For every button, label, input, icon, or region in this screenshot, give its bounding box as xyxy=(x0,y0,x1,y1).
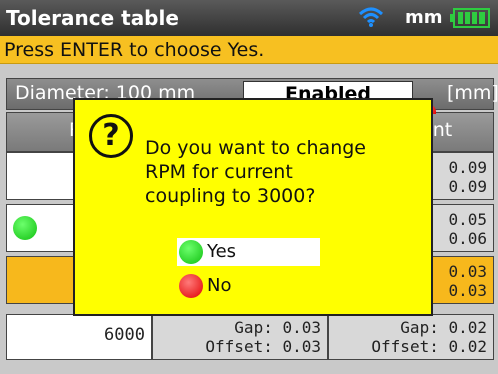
row-3-value-2: 0.03 xyxy=(448,281,487,300)
row-2-value-1: 0.05 xyxy=(448,210,487,229)
dialog-message-line-1: Do you want to change xyxy=(145,137,366,159)
unit-indicator: mm xyxy=(405,7,443,28)
hint-bar: Press ENTER to choose Yes. xyxy=(0,36,498,64)
no-label: No xyxy=(207,275,232,296)
row-4-gap: Gap: 0.03 xyxy=(234,318,321,337)
row-4-gap-2: Gap: 0.02 xyxy=(400,318,487,337)
confirm-dialog: ? Do you want to change RPM for current … xyxy=(73,98,433,316)
no-indicator-icon xyxy=(179,274,203,298)
table-row-4-rpm[interactable]: 6000 xyxy=(6,314,152,360)
rpm-value: 6000 xyxy=(104,325,145,345)
yes-label: Yes xyxy=(207,241,237,262)
yes-option[interactable]: Yes xyxy=(177,238,320,266)
row-4-offset-2: Offset: 0.02 xyxy=(371,337,487,356)
unit-label: [mm] xyxy=(447,82,498,104)
title-bar: Tolerance table mm xyxy=(0,0,498,36)
status-dot-green xyxy=(13,216,37,240)
row-3-value-1: 0.03 xyxy=(448,262,487,281)
dialog-message-line-3: coupling to 3000? xyxy=(145,185,316,207)
row-4-offset: Offset: 0.03 xyxy=(205,337,321,356)
row-1-value-2: 0.09 xyxy=(448,177,487,196)
question-icon: ? xyxy=(89,114,133,158)
table-row-4-middle: Gap: 0.03 Offset: 0.03 xyxy=(152,314,328,360)
row-1-value-1: 0.09 xyxy=(448,158,487,177)
no-option[interactable]: No xyxy=(177,272,320,300)
table-row-4-values: Gap: 0.02 Offset: 0.02 xyxy=(328,314,494,360)
row-2-value-2: 0.06 xyxy=(448,229,487,248)
hint-text: Press ENTER to choose Yes. xyxy=(4,39,265,61)
dialog-message: Do you want to change RPM for current co… xyxy=(145,136,425,208)
yes-indicator-icon xyxy=(179,240,203,264)
screen-title: Tolerance table xyxy=(6,6,179,30)
battery-icon xyxy=(450,8,490,28)
wifi-icon xyxy=(358,7,384,27)
dialog-message-line-2: RPM for current xyxy=(145,161,293,183)
